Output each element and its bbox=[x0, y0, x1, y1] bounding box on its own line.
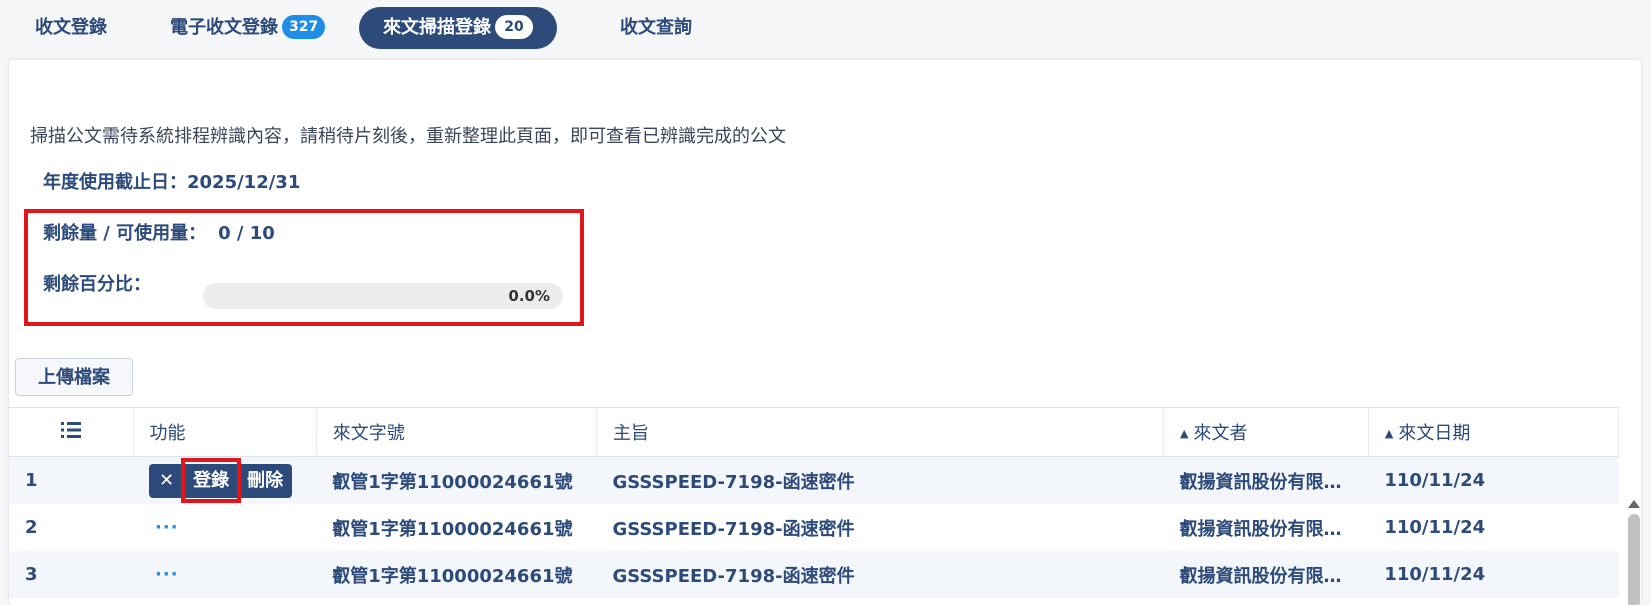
deadline-label: 年度使用截止日： bbox=[43, 172, 187, 193]
register-highlight-box bbox=[181, 457, 242, 503]
tab-electronic-register[interactable]: 電子收文登錄 327 bbox=[170, 7, 326, 49]
header-date[interactable]: ▲︎ 來文日期 bbox=[1368, 407, 1620, 457]
tab-label: 收文登錄 bbox=[35, 17, 107, 38]
row-actions: ✕ 登錄 刪除 bbox=[133, 456, 317, 504]
cell-sender: 叡揚資訊股份有限… bbox=[1163, 504, 1369, 551]
close-icon[interactable]: ✕ bbox=[149, 464, 184, 498]
register-button[interactable]: 登錄 bbox=[181, 457, 242, 503]
percent-label: 剩餘百分比： bbox=[43, 274, 151, 295]
tab-bar: 收文登錄 電子收文登錄 327 來文掃描登錄 20 收文查詢 bbox=[0, 0, 1651, 56]
cell-doc-no: 叡管1字第11000024661號 bbox=[316, 456, 597, 504]
progress-text: 0.0% bbox=[508, 287, 550, 305]
table-row: 3 ··· 叡管1字第11000024661號 GSSSPEED-7198-函速… bbox=[9, 551, 1619, 598]
tab-scan-register[interactable]: 來文掃描登錄 20 bbox=[359, 7, 557, 49]
header-sender[interactable]: ▲︎ 來文者 bbox=[1163, 407, 1369, 457]
header-sender-label: 來文者 bbox=[1193, 423, 1248, 444]
column-toggle-header[interactable] bbox=[9, 407, 134, 457]
cell-date: 110/11/24 bbox=[1368, 456, 1619, 504]
more-actions-icon[interactable]: ··· bbox=[149, 517, 179, 538]
table-row: 1 ✕ 登錄 刪除 叡管1字第11000024661號 GSSSPEED-719… bbox=[9, 456, 1619, 504]
cell-sender: 叡揚資訊股份有限… bbox=[1163, 456, 1369, 504]
list-ordered-icon bbox=[60, 421, 81, 444]
scroll-up-icon[interactable] bbox=[1628, 500, 1640, 508]
more-actions-icon[interactable]: ··· bbox=[149, 564, 179, 585]
row-actions: ··· bbox=[133, 504, 317, 551]
row-actions: ··· bbox=[133, 551, 317, 598]
notice-text: 掃描公文需待系統排程辨識內容，請稍待片刻後，重新整理此頁面，即可查看已辨識完成的… bbox=[30, 126, 786, 147]
table-scrollbar[interactable] bbox=[1627, 500, 1641, 605]
header-doc-no: 來文字號 bbox=[316, 407, 597, 457]
tab-label: 電子收文登錄 bbox=[170, 17, 278, 38]
scroll-thumb[interactable] bbox=[1628, 514, 1640, 605]
cell-doc-no: 叡管1字第11000024661號 bbox=[316, 551, 597, 598]
sort-icon: ▲︎ bbox=[1384, 427, 1394, 440]
table-header-row: 功能 來文字號 主旨 ▲︎ 來文者 ▲︎ 來文日期 bbox=[9, 407, 1620, 457]
count-badge: 20 bbox=[495, 15, 533, 39]
remaining-row: 剩餘量 / 可使用量： 0 / 10 bbox=[43, 219, 275, 245]
upload-file-button[interactable]: 上傳檔案 bbox=[15, 358, 133, 396]
scan-table: 功能 來文字號 主旨 ▲︎ 來文者 ▲︎ 來文日期 1 ✕ 登錄 刪除 叡管1字… bbox=[9, 407, 1620, 598]
count-badge: 327 bbox=[282, 15, 326, 39]
action-button-group: ✕ 登錄 刪除 bbox=[149, 457, 293, 503]
remaining-progress-bar: 0.0% bbox=[203, 283, 563, 309]
percent-row: 剩餘百分比： bbox=[43, 270, 151, 296]
tab-label: 來文掃描登錄 bbox=[383, 17, 491, 38]
header-subject: 主旨 bbox=[596, 407, 1165, 457]
tab-inbound-register[interactable]: 收文登錄 bbox=[35, 7, 107, 49]
deadline-row: 年度使用截止日：2025/12/31 bbox=[43, 168, 300, 194]
cell-date: 110/11/24 bbox=[1368, 551, 1619, 598]
cell-date: 110/11/24 bbox=[1368, 504, 1619, 551]
delete-button[interactable]: 刪除 bbox=[238, 464, 292, 498]
cell-sender: 叡揚資訊股份有限… bbox=[1163, 551, 1369, 598]
tab-inbound-query[interactable]: 收文查詢 bbox=[620, 7, 692, 49]
sort-icon: ▲︎ bbox=[1180, 427, 1189, 440]
cell-subject: GSSSPEED-7198-函速密件 bbox=[596, 551, 1164, 598]
remaining-value: 0 / 10 bbox=[218, 223, 275, 244]
row-number: 3 bbox=[9, 551, 134, 598]
header-date-label: 來文日期 bbox=[1398, 423, 1471, 444]
deadline-value: 2025/12/31 bbox=[187, 172, 301, 193]
content-panel: 掃描公文需待系統排程辨識內容，請稍待片刻後，重新整理此頁面，即可查看已辨識完成的… bbox=[9, 60, 1641, 605]
remaining-label: 剩餘量 / 可使用量： bbox=[43, 223, 207, 244]
tab-label: 收文查詢 bbox=[620, 17, 692, 38]
row-number: 1 bbox=[9, 456, 134, 504]
cell-doc-no: 叡管1字第11000024661號 bbox=[316, 504, 597, 551]
cell-subject: GSSSPEED-7198-函速密件 bbox=[596, 456, 1164, 504]
cell-subject: GSSSPEED-7198-函速密件 bbox=[596, 504, 1164, 551]
row-number: 2 bbox=[9, 504, 134, 551]
header-function: 功能 bbox=[133, 407, 317, 457]
table-row: 2 ··· 叡管1字第11000024661號 GSSSPEED-7198-函速… bbox=[9, 504, 1619, 551]
